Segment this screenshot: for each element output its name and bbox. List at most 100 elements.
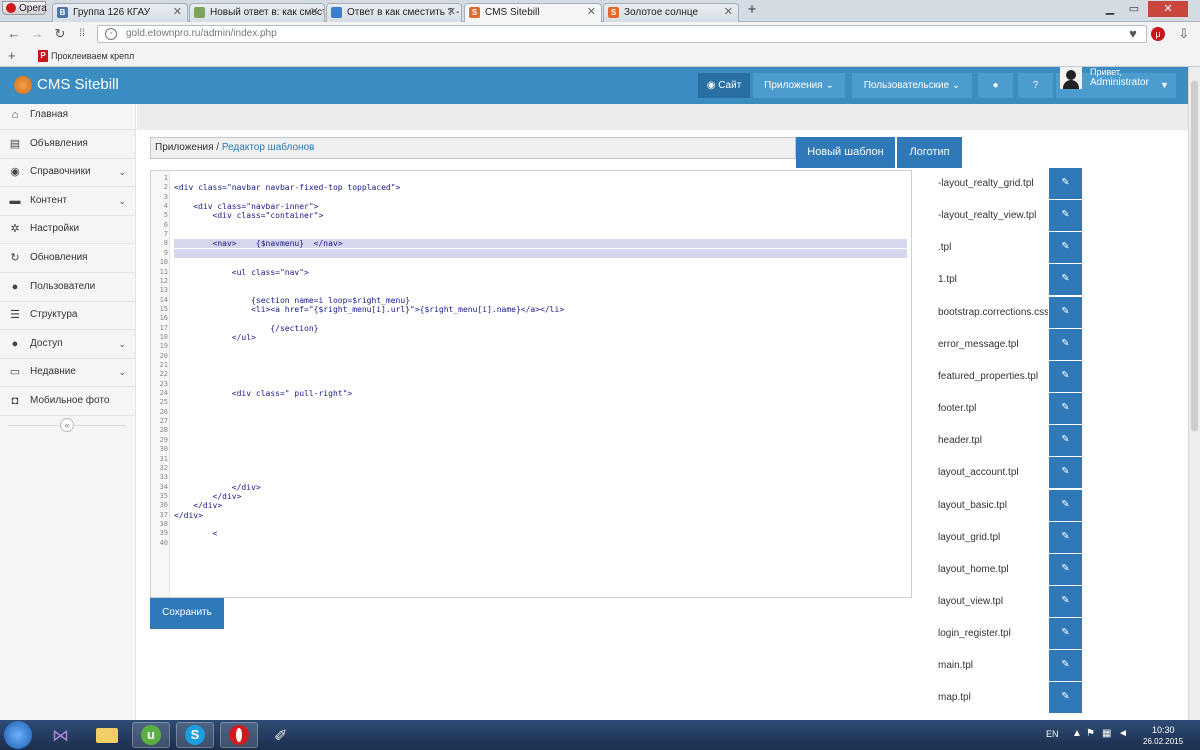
code-line[interactable]: <div class="navbar navbar-fixed-top topp… [174, 183, 400, 192]
close-tab-icon[interactable]: ✕ [587, 4, 596, 21]
edit-file-button[interactable]: ✎ [1049, 393, 1082, 425]
sidebar-item-label: Главная [30, 109, 69, 120]
edit-file-button[interactable]: ✎ [1049, 425, 1082, 457]
add-bookmark-icon[interactable]: + [8, 48, 16, 63]
start-button[interactable] [4, 721, 32, 749]
scrollbar-thumb[interactable] [1191, 81, 1198, 431]
visual-studio-icon[interactable]: ⋈ [44, 722, 82, 748]
sidebar-item[interactable]: ● Доступ ⌄ [0, 330, 136, 359]
clock-date[interactable]: 26.02.2015 [1143, 737, 1183, 746]
code-line[interactable]: </div> [174, 511, 203, 520]
code-line[interactable]: </ul> [174, 333, 256, 342]
edit-file-button[interactable]: ✎ [1049, 585, 1082, 617]
apps-dropdown[interactable]: Приложения ⌄ [753, 73, 845, 98]
sidebar-item[interactable]: ● Пользователи [0, 273, 136, 302]
code-line[interactable]: {/section} [174, 324, 318, 333]
browser-tab[interactable]: B Группа 126 КГАУ ✕ [52, 3, 188, 22]
new-tab-button[interactable]: + [744, 2, 760, 18]
edit-file-button[interactable]: ✎ [1049, 360, 1082, 392]
line-number: 2 [163, 183, 168, 192]
edit-file-button[interactable]: ✎ [1049, 200, 1082, 232]
close-tab-icon[interactable]: ✕ [173, 4, 182, 21]
page-scrollbar[interactable] [1188, 67, 1200, 720]
minimize-button[interactable]: ▁ [1100, 1, 1120, 17]
skype-icon[interactable]: S [176, 722, 214, 748]
heart-icon[interactable]: ♥ [1125, 26, 1141, 42]
edit-file-button[interactable]: ✎ [1049, 650, 1082, 682]
edit-file-button[interactable]: ✎ [1049, 296, 1082, 328]
opera-menu-button[interactable]: Opera [2, 1, 47, 15]
save-button[interactable]: Сохранить [150, 598, 224, 629]
sidebar-item[interactable]: ⌂ Главная [0, 101, 136, 130]
code-editor[interactable] [150, 170, 912, 598]
close-window-button[interactable]: ✕ [1148, 1, 1188, 17]
sidebar-item[interactable]: ↻ Обновления [0, 244, 136, 273]
breadcrumb-root[interactable]: Приложения [155, 142, 214, 153]
paint-icon[interactable]: ✐ [264, 722, 302, 748]
edit-file-button[interactable]: ✎ [1049, 168, 1082, 199]
address-input[interactable]: ◦ gold.etownpro.ru/admin/index.php [97, 25, 1147, 43]
logo-button[interactable]: Логотип [897, 137, 962, 168]
edit-file-button[interactable]: ✎ [1049, 264, 1082, 296]
browser-tab[interactable]: Новый ответ в: как смест ✕ [189, 3, 325, 22]
utorrent-icon[interactable]: u [132, 722, 170, 748]
code-line[interactable]: </div> [174, 492, 242, 501]
code-line[interactable]: </div> [174, 483, 261, 492]
edit-file-button[interactable]: ✎ [1049, 232, 1082, 264]
code-line[interactable]: <div class="navbar-inner"> [174, 202, 318, 211]
browser-tab[interactable]: S Золотое солнце ✕ [603, 3, 739, 22]
help-button[interactable]: ? [1018, 73, 1053, 98]
sidebar-item[interactable]: ◉ Справочники ⌄ [0, 158, 136, 188]
close-tab-icon[interactable]: ✕ [724, 4, 733, 21]
browser-tab[interactable]: Ответ в как сместить ? - ✕ [326, 3, 462, 22]
code-line[interactable]: <ul class="nav"> [174, 268, 309, 277]
sidebar-item[interactable]: ◘ Мобильное фото [0, 387, 136, 416]
collapse-sidebar-button[interactable]: « [60, 418, 74, 432]
close-tab-icon[interactable]: ✕ [447, 4, 456, 21]
code-line[interactable]: <li><a href="{$right_menu[i].url}">{$rig… [174, 305, 564, 314]
download-icon[interactable]: ⇩ [1176, 26, 1192, 42]
sidebar-item[interactable]: ☰ Структура [0, 301, 136, 331]
opera-taskbar-icon[interactable] [220, 722, 258, 748]
bookmark-item[interactable]: P Проклеиваем крепл [38, 50, 134, 63]
tray-arrow-icon[interactable]: ▲ [1072, 728, 1082, 739]
code-line[interactable]: <nav> {$navmenu} </nav> [174, 239, 343, 248]
code-line[interactable]: </div> [174, 501, 222, 510]
sidebar-item[interactable]: ▬ Контент ⌄ [0, 187, 136, 216]
maximize-button[interactable]: ▭ [1124, 1, 1144, 17]
edit-file-button[interactable]: ✎ [1049, 457, 1082, 489]
back-icon[interactable]: ← [6, 26, 22, 42]
volume-icon[interactable]: ◄ [1118, 728, 1128, 739]
close-tab-icon[interactable]: ✕ [310, 4, 319, 21]
forward-icon[interactable]: → [29, 26, 45, 42]
edit-file-button[interactable]: ✎ [1049, 328, 1082, 360]
browser-tab[interactable]: S CMS Sitebill ✕ [464, 3, 602, 22]
user-menu[interactable]: Привет, Administrator ▼ [1056, 67, 1176, 98]
code-line[interactable]: <div class="container"> [174, 211, 324, 220]
breadcrumb-current[interactable]: Редактор шаблонов [222, 142, 315, 153]
clock-time[interactable]: 10:30 [1152, 725, 1175, 735]
code-line[interactable]: < [174, 529, 218, 538]
edit-file-button[interactable]: ✎ [1049, 521, 1082, 553]
ublock-icon[interactable]: μ [1151, 27, 1165, 41]
code-line[interactable]: <div class=" pull-right"> [174, 389, 352, 398]
edit-file-button[interactable]: ✎ [1049, 682, 1082, 714]
sidebar-item[interactable]: ✲ Настройки [0, 215, 136, 245]
cms-title[interactable]: CMS Sitebill [37, 76, 119, 94]
new-template-button[interactable]: Новый шаблон [796, 137, 895, 168]
folder-icon[interactable] [88, 722, 126, 748]
site-button[interactable]: ◉ Сайт [698, 73, 750, 98]
edit-file-button[interactable]: ✎ [1049, 489, 1082, 521]
sidebar-item[interactable]: ▭ Недавние ⌄ [0, 358, 136, 388]
edit-file-button[interactable]: ✎ [1049, 618, 1082, 650]
language-indicator[interactable]: EN [1046, 729, 1059, 739]
globe-button[interactable]: ● [978, 73, 1013, 98]
edit-file-button[interactable]: ✎ [1049, 553, 1082, 585]
code-line[interactable]: {section name=i loop=$right_menu} [174, 296, 410, 305]
speed-dial-icon[interactable]: ⁞⁞ [74, 26, 90, 42]
sidebar-item[interactable]: ▤ Объявления [0, 130, 136, 159]
flag-icon[interactable]: ⚑ [1086, 728, 1095, 739]
custom-dropdown[interactable]: Пользовательские ⌄ [852, 73, 972, 98]
network-icon[interactable]: ▦ [1102, 728, 1111, 739]
reload-icon[interactable]: ↻ [52, 26, 68, 42]
